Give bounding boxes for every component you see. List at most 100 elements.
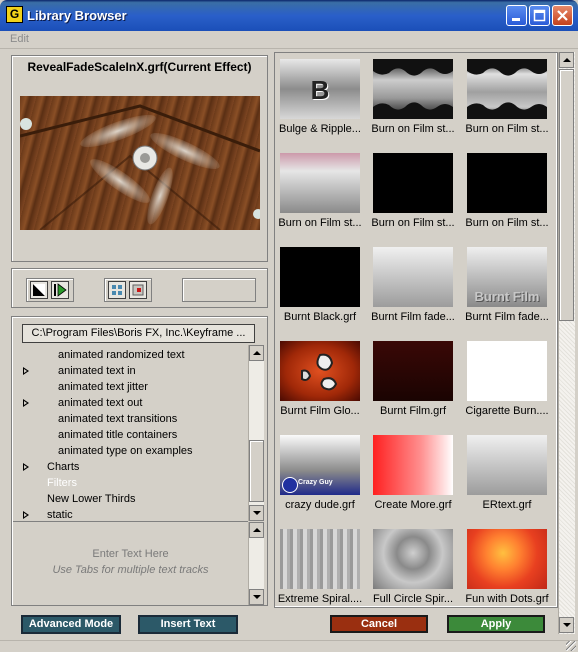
folder-tree-panel: C:\Program Files\Boris FX, Inc.\Keyframe… — [11, 316, 268, 606]
play-button[interactable] — [51, 281, 69, 299]
effect-thumbnail[interactable]: Burnt Film — [467, 247, 547, 307]
expand-arrow-icon[interactable] — [23, 463, 29, 471]
effect-label[interactable]: Burn on Film st... — [366, 217, 460, 229]
effect-thumbnail[interactable] — [467, 435, 547, 495]
tree-item[interactable]: New Lower Thirds — [13, 491, 248, 507]
tree-item[interactable]: animated title containers — [13, 427, 248, 443]
effect-label[interactable]: Burn on Film st... — [366, 123, 460, 135]
text-entry-area[interactable]: Enter Text Here Use Tabs for multiple te… — [13, 521, 248, 605]
playback-group — [26, 278, 74, 302]
effect-label[interactable]: Burnt Black.grf — [275, 311, 367, 323]
apply-button[interactable]: Apply — [447, 615, 545, 633]
preview-panel: RevealFadeScaleInX.grf(Current Effect) — [11, 55, 268, 262]
effect-thumbnail[interactable] — [373, 247, 453, 307]
effect-thumbnail[interactable] — [373, 341, 453, 401]
close-icon — [557, 10, 568, 21]
tree-scroll-down[interactable] — [249, 505, 264, 521]
library-scroll-up[interactable] — [559, 52, 574, 68]
resize-grip-icon[interactable] — [566, 641, 576, 651]
menu-edit[interactable]: Edit — [10, 33, 29, 45]
preview-video — [20, 96, 260, 230]
maximize-button[interactable] — [529, 5, 550, 26]
tree-item[interactable]: static — [13, 507, 248, 520]
effect-label[interactable]: Create More.grf — [366, 499, 460, 511]
play-icon — [54, 283, 67, 297]
effect-thumbnail[interactable] — [373, 529, 453, 589]
tree-item[interactable]: animated text out — [13, 395, 248, 411]
effect-label[interactable]: crazy dude.grf — [275, 499, 367, 511]
effect-thumbnail[interactable]: Crazy Guy — [280, 435, 360, 495]
library-path-button[interactable]: C:\Program Files\Boris FX, Inc.\Keyframe… — [22, 324, 255, 343]
effect-label[interactable]: Burnt Film fade... — [366, 311, 460, 323]
effect-label[interactable]: Full Circle Spir... — [366, 593, 460, 605]
tree-scroll-up[interactable] — [249, 345, 264, 361]
status-strip — [0, 640, 578, 652]
effect-thumbnail[interactable] — [373, 153, 453, 213]
advanced-mode-button[interactable]: Advanced Mode — [21, 615, 121, 634]
reset-button[interactable] — [30, 281, 48, 299]
effect-thumbnail[interactable] — [280, 341, 360, 401]
effect-label[interactable]: Burn on Film st... — [275, 217, 367, 229]
menu-bar: Edit — [0, 31, 578, 49]
tree-item[interactable]: Filters — [13, 475, 248, 491]
effect-thumbnail[interactable] — [373, 435, 453, 495]
insert-text-button[interactable]: Insert Text — [138, 615, 238, 634]
ceiling-fan-image — [20, 104, 260, 230]
app-icon: G — [6, 6, 23, 23]
effect-label[interactable]: Burnt Film fade... — [460, 311, 554, 323]
effect-thumbnail[interactable] — [280, 247, 360, 307]
expand-arrow-icon[interactable] — [23, 399, 29, 407]
tree-item-label: Charts — [47, 461, 80, 473]
record-icon — [132, 284, 144, 296]
film-edge-graphic — [467, 59, 547, 119]
tree-item[interactable]: animated randomized text — [13, 347, 248, 363]
x-logo-icon — [282, 477, 298, 493]
tree-scroll-thumb[interactable] — [249, 440, 264, 502]
library-scrollbar[interactable] — [558, 52, 575, 634]
tree-item[interactable]: animated text in — [13, 363, 248, 379]
tree-item[interactable]: animated text jitter — [13, 379, 248, 395]
effect-thumbnail[interactable] — [280, 153, 360, 213]
tree-item-label: animated text transitions — [58, 413, 178, 425]
text-scroll-down[interactable] — [249, 589, 264, 605]
tree-scrollbar[interactable] — [248, 345, 264, 521]
tree-item-label: animated type on examples — [58, 445, 193, 457]
effect-label[interactable]: ERtext.grf — [460, 499, 554, 511]
effect-label[interactable]: Extreme Spiral.... — [275, 593, 367, 605]
effect-label[interactable]: Burnt Film.grf — [366, 405, 460, 417]
folder-tree: animated randomized text animated text in… — [13, 345, 248, 520]
cancel-button[interactable]: Cancel — [330, 615, 428, 633]
grid-view-button[interactable] — [108, 281, 126, 299]
thumbnail-overlay-text: B — [310, 75, 330, 105]
tree-item[interactable]: Charts — [13, 459, 248, 475]
library-scroll-thumb[interactable] — [559, 69, 574, 321]
expand-arrow-icon[interactable] — [23, 367, 29, 375]
effect-label[interactable]: Bulge & Ripple... — [275, 123, 367, 135]
effect-thumbnail[interactable] — [280, 529, 360, 589]
tree-item[interactable]: animated type on examples — [13, 443, 248, 459]
effect-thumbnail[interactable] — [467, 153, 547, 213]
effect-label[interactable]: Burn on Film st... — [460, 217, 554, 229]
effect-thumbnail[interactable] — [467, 529, 547, 589]
expand-arrow-icon[interactable] — [23, 511, 29, 519]
effect-thumbnail[interactable]: B — [280, 59, 360, 119]
effect-label[interactable]: Fun with Dots.grf — [460, 593, 554, 605]
text-scroll-up[interactable] — [249, 522, 264, 538]
minimize-button[interactable] — [506, 5, 527, 26]
library-scroll-down[interactable] — [559, 617, 574, 633]
tree-item-label: static — [47, 509, 73, 520]
effect-thumbnail[interactable] — [373, 59, 453, 119]
text-entry-hint: Use Tabs for multiple text tracks — [52, 564, 209, 576]
reset-icon — [33, 284, 45, 296]
thumbnail-overlay-text: Crazy Guy — [298, 479, 333, 486]
effect-thumbnail[interactable] — [467, 59, 547, 119]
effect-label[interactable]: Burn on Film st... — [460, 123, 554, 135]
effect-label[interactable]: Cigarette Burn.... — [460, 405, 554, 417]
single-view-button[interactable] — [129, 281, 147, 299]
effect-thumbnail[interactable] — [467, 341, 547, 401]
text-scrollbar[interactable] — [248, 522, 264, 605]
close-button[interactable] — [552, 5, 573, 26]
maximize-icon — [533, 9, 546, 22]
tree-item[interactable]: animated text transitions — [13, 411, 248, 427]
effect-label[interactable]: Burnt Film Glo... — [275, 405, 367, 417]
